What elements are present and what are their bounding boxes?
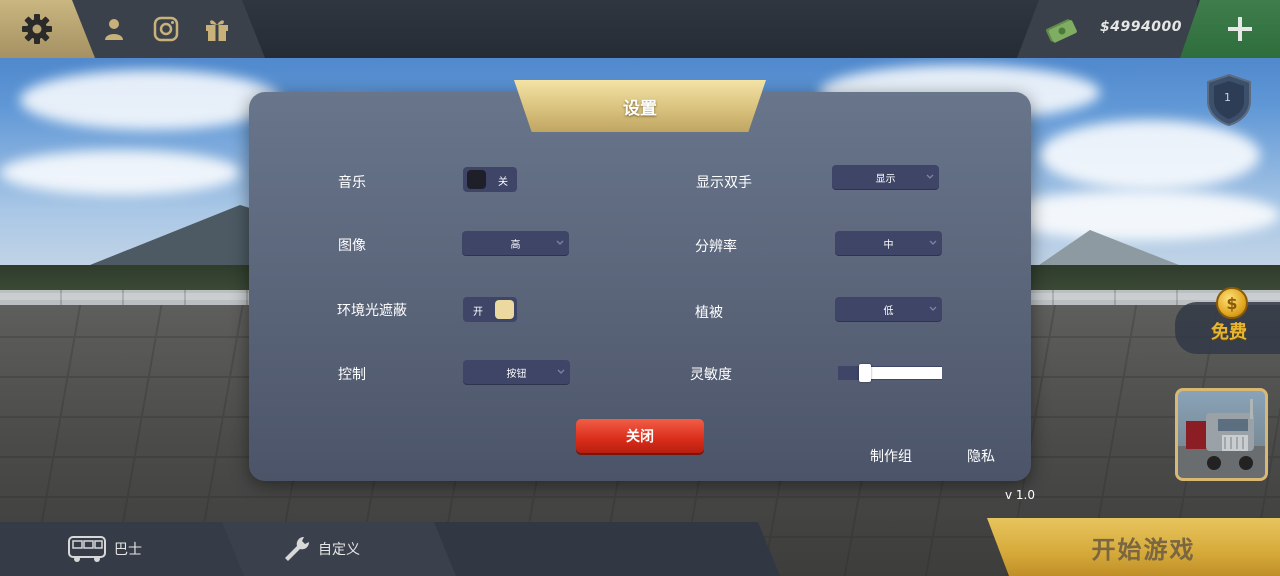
cash-icon [1046, 19, 1077, 43]
dialog-title-banner: 设置 [514, 80, 766, 132]
privacy-link[interactable]: 隐私 [967, 446, 995, 466]
vegetation-select-value: 低 [883, 306, 894, 317]
version-label: v 1.0 [1005, 488, 1035, 502]
controls-select-value: 按钮 [506, 369, 527, 380]
plus-icon [1228, 17, 1252, 41]
setting-label-vegetation: 植被 [695, 305, 723, 321]
rank-number: 1 [1224, 91, 1231, 104]
chevron-down-icon [929, 306, 937, 311]
gift-icon [206, 20, 228, 41]
music-toggle[interactable]: 关 [463, 167, 517, 192]
show-hands-select[interactable]: 显示 [832, 165, 939, 190]
setting-label-sensitivity: 灵敏度 [690, 367, 732, 383]
start-game-button[interactable]: 开始游戏 [987, 518, 1280, 576]
gear-icon [22, 14, 52, 44]
dialog-title: 设置 [623, 98, 657, 119]
bottom-bar-filler [434, 522, 780, 576]
toggle-knob [495, 300, 514, 319]
setting-label-ambient-occlusion: 环境光遮蔽 [337, 303, 407, 319]
setting-label-controls: 控制 [338, 367, 366, 383]
toggle-knob [467, 170, 486, 189]
customize-tab[interactable]: 自定义 [222, 522, 456, 576]
slider-fill [865, 367, 942, 379]
ambient-occlusion-toggle-state: 开 [473, 307, 483, 318]
resolution-select[interactable]: 中 [835, 231, 942, 256]
user-icon [105, 19, 123, 40]
resolution-select-value: 中 [883, 240, 894, 251]
free-label: 免费 [1211, 322, 1247, 343]
credits-link[interactable]: 制作组 [870, 446, 912, 466]
bus-tab-label: 巴士 [114, 542, 142, 558]
coin-symbol: $ [1226, 293, 1238, 313]
slider-thumb[interactable] [859, 364, 871, 382]
setting-label-resolution: 分辨率 [695, 239, 737, 255]
chevron-down-icon [557, 369, 565, 374]
sensitivity-slider[interactable] [838, 364, 942, 382]
cloud [1040, 120, 1260, 190]
ambient-occlusion-toggle[interactable]: 开 [463, 297, 517, 322]
setting-label-show-hands: 显示双手 [696, 175, 752, 191]
wrench-icon [285, 536, 310, 561]
controls-select[interactable]: 按钮 [463, 360, 570, 385]
chevron-down-icon [929, 240, 937, 245]
show-hands-select-value: 显示 [875, 174, 896, 185]
ad-truck-card[interactable] [1175, 388, 1268, 481]
music-toggle-state: 关 [498, 177, 508, 188]
chevron-down-icon [926, 174, 934, 179]
coin-icon: $ [1216, 287, 1248, 319]
setting-label-graphics: 图像 [338, 238, 366, 254]
chevron-down-icon [556, 240, 564, 245]
instagram-icon [153, 16, 179, 42]
bus-tab[interactable]: 巴士 [0, 522, 244, 576]
setting-label-music: 音乐 [338, 175, 366, 191]
close-button[interactable]: 关闭 [576, 419, 704, 453]
vegetation-select[interactable]: 低 [835, 297, 942, 322]
truck-image [1178, 399, 1265, 478]
customize-tab-label: 自定义 [318, 542, 360, 558]
instagram-button[interactable] [149, 12, 183, 46]
money-amount: $4994000 [1100, 19, 1182, 35]
cloud [20, 70, 280, 130]
bus-icon [68, 536, 106, 562]
gift-button[interactable] [200, 12, 234, 46]
cloud [0, 150, 240, 195]
profile-button[interactable] [97, 12, 131, 46]
graphics-select-value: 高 [510, 240, 521, 251]
graphics-select[interactable]: 高 [462, 231, 569, 256]
start-game-label: 开始游戏 [1091, 535, 1196, 564]
